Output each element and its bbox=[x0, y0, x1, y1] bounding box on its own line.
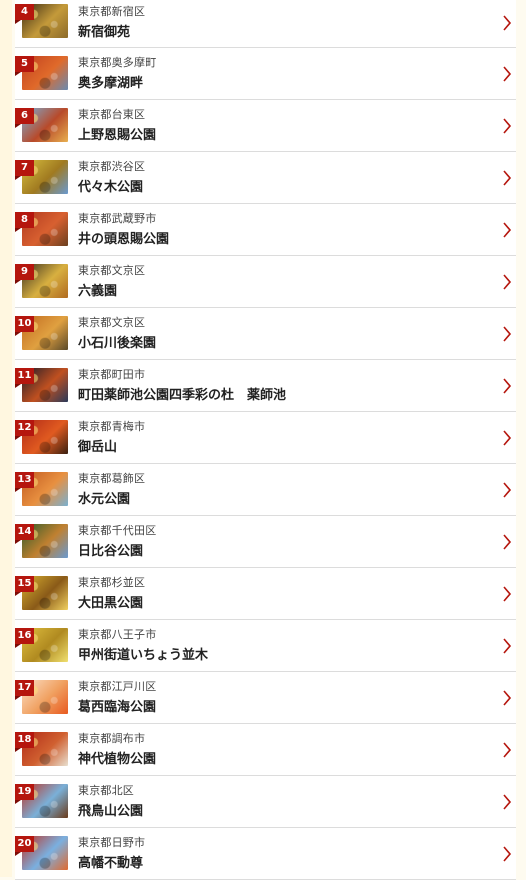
rank-badge: 11 bbox=[15, 368, 34, 388]
list-item[interactable]: 8 東京都武蔵野市 井の頭恩賜公園 bbox=[15, 204, 516, 256]
chevron-right-icon[interactable] bbox=[502, 690, 512, 706]
list-item[interactable]: 4 東京都新宿区 新宿御苑 bbox=[15, 0, 516, 48]
rank-badge: 8 bbox=[15, 212, 34, 232]
list-item[interactable]: 20 東京都日野市 高幡不動尊 bbox=[15, 828, 516, 880]
spot-name: 代々木公園 bbox=[78, 180, 144, 195]
chevron-right-icon[interactable] bbox=[502, 534, 512, 550]
chevron-right-icon[interactable] bbox=[502, 170, 512, 186]
rank-badge: 15 bbox=[15, 576, 34, 596]
rank-badge: 12 bbox=[15, 420, 34, 440]
rank-badge: 14 bbox=[15, 524, 34, 544]
spot-location: 東京都青梅市 bbox=[78, 420, 146, 433]
spot-location: 東京都江戸川区 bbox=[78, 680, 157, 693]
list-item[interactable]: 14 東京都千代田区 日比谷公園 bbox=[15, 516, 516, 568]
spot-location: 東京都町田市 bbox=[78, 368, 146, 381]
chevron-right-icon[interactable] bbox=[502, 66, 512, 82]
spot-name: 町田薬師池公園四季彩の杜 薬師池 bbox=[78, 388, 287, 403]
chevron-right-icon[interactable] bbox=[502, 482, 512, 498]
rank-badge: 5 bbox=[15, 56, 34, 76]
spot-location: 東京都千代田区 bbox=[78, 524, 157, 537]
ranking-list: 4 東京都新宿区 新宿御苑 5 東京都奥多摩町 奥多摩湖畔 6 東京都台東区 上野恩賜公園 7 東京… bbox=[15, 0, 516, 880]
rank-badge: 9 bbox=[15, 264, 34, 284]
list-item[interactable]: 13 東京都葛飾区 水元公園 bbox=[15, 464, 516, 516]
list-item[interactable]: 10 東京都文京区 小石川後楽園 bbox=[15, 308, 516, 360]
spot-location: 東京都八王子市 bbox=[78, 628, 157, 641]
spot-name: 奥多摩湖畔 bbox=[78, 76, 144, 91]
list-item[interactable]: 11 東京都町田市町田薬師池公園四季彩の杜 薬師池 bbox=[15, 360, 516, 412]
rank-badge: 17 bbox=[15, 680, 34, 700]
spot-name: 高幡不動尊 bbox=[78, 856, 144, 871]
spot-location: 東京都文京区 bbox=[78, 264, 146, 277]
list-item[interactable]: 9 東京都文京区 六義園 bbox=[15, 256, 516, 308]
chevron-right-icon[interactable] bbox=[502, 378, 512, 394]
chevron-right-icon[interactable] bbox=[502, 118, 512, 134]
rank-badge: 13 bbox=[15, 472, 34, 492]
chevron-right-icon[interactable] bbox=[502, 326, 512, 342]
spot-location: 東京都文京区 bbox=[78, 316, 146, 329]
rank-badge: 20 bbox=[15, 836, 34, 856]
rank-badge: 19 bbox=[15, 784, 34, 804]
spot-name: 葛西臨海公園 bbox=[78, 700, 157, 715]
chevron-right-icon[interactable] bbox=[502, 846, 512, 862]
list-item[interactable]: 15 東京都杉並区 大田黒公園 bbox=[15, 568, 516, 620]
chevron-right-icon[interactable] bbox=[502, 15, 512, 31]
spot-name: 六義園 bbox=[78, 284, 118, 299]
list-item[interactable]: 17 東京都江戸川区 葛西臨海公園 bbox=[15, 672, 516, 724]
spot-name: 上野恩賜公園 bbox=[78, 128, 157, 143]
list-item[interactable]: 6 東京都台東区 上野恩賜公園 bbox=[15, 100, 516, 152]
list-item[interactable]: 19 東京都北区飛鳥山公園 bbox=[15, 776, 516, 828]
spot-name: 新宿御苑 bbox=[78, 25, 131, 40]
list-item[interactable]: 18 東京都調布市 神代植物公園 bbox=[15, 724, 516, 776]
rank-badge: 4 bbox=[15, 4, 34, 24]
spot-location: 東京都新宿区 bbox=[78, 5, 146, 18]
spot-name: 小石川後楽園 bbox=[78, 336, 157, 351]
spot-location: 東京都渋谷区 bbox=[78, 160, 146, 173]
spot-location: 東京都北区 bbox=[78, 784, 134, 797]
chevron-right-icon[interactable] bbox=[502, 430, 512, 446]
list-item[interactable]: 7 東京都渋谷区 代々木公園 bbox=[15, 152, 516, 204]
rank-badge: 6 bbox=[15, 108, 34, 128]
spot-name: 日比谷公園 bbox=[78, 544, 144, 559]
left-background-stripe bbox=[0, 0, 12, 877]
spot-location: 東京都台東区 bbox=[78, 108, 146, 121]
spot-name: 井の頭恩賜公園 bbox=[78, 232, 170, 247]
list-item[interactable]: 12 東京都青梅市 御岳山 bbox=[15, 412, 516, 464]
rank-badge: 7 bbox=[15, 160, 34, 180]
rank-badge: 18 bbox=[15, 732, 34, 752]
rank-badge: 10 bbox=[15, 316, 34, 336]
spot-name: 甲州街道いちょう並木 bbox=[78, 648, 209, 663]
list-item[interactable]: 5 東京都奥多摩町 奥多摩湖畔 bbox=[15, 48, 516, 100]
list-item[interactable]: 16 東京都八王子市甲州街道いちょう並木 bbox=[15, 620, 516, 672]
spot-location: 東京都奥多摩町 bbox=[78, 56, 157, 69]
spot-name: 御岳山 bbox=[78, 440, 118, 455]
spot-location: 東京都日野市 bbox=[78, 836, 146, 849]
chevron-right-icon[interactable] bbox=[502, 742, 512, 758]
chevron-right-icon[interactable] bbox=[502, 638, 512, 654]
spot-name: 大田黒公園 bbox=[78, 596, 144, 611]
chevron-right-icon[interactable] bbox=[502, 586, 512, 602]
spot-name: 飛鳥山公園 bbox=[78, 804, 144, 819]
chevron-right-icon[interactable] bbox=[502, 222, 512, 238]
spot-location: 東京都葛飾区 bbox=[78, 472, 146, 485]
spot-location: 東京都武蔵野市 bbox=[78, 212, 157, 225]
chevron-right-icon[interactable] bbox=[502, 794, 512, 810]
spot-location: 東京都杉並区 bbox=[78, 576, 146, 589]
chevron-right-icon[interactable] bbox=[502, 274, 512, 290]
spot-location: 東京都調布市 bbox=[78, 732, 146, 745]
rank-badge: 16 bbox=[15, 628, 34, 648]
spot-name: 水元公園 bbox=[78, 492, 131, 507]
spot-name: 神代植物公園 bbox=[78, 752, 157, 767]
